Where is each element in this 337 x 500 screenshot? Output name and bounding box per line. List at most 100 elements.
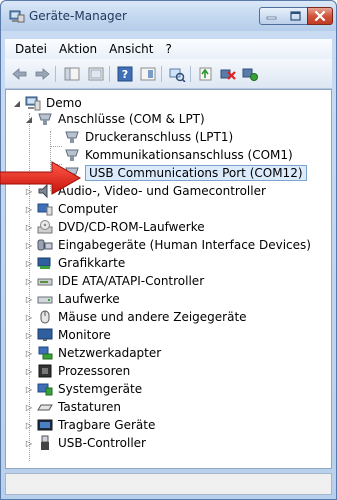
- tree-node-label: Audio-, Video- und Gamecontroller: [58, 184, 266, 198]
- portable-device-icon: [37, 419, 53, 431]
- menu-ansicht[interactable]: Ansicht: [103, 42, 159, 56]
- toolbar-separator: [161, 66, 162, 82]
- scan-hardware-icon[interactable]: [168, 66, 186, 82]
- tree-node-label: IDE ATA/ATAPI-Controller: [58, 274, 205, 288]
- processor-icon: [38, 364, 52, 378]
- toolbar-separator: [190, 66, 191, 82]
- tree-node-computer[interactable]: ▷ Computer: [24, 200, 118, 218]
- tree-node-label: Tastaturen: [58, 400, 121, 414]
- help-icon[interactable]: ?: [116, 66, 134, 82]
- expand-icon[interactable]: ▷: [24, 384, 34, 394]
- device-manager-icon: [9, 10, 25, 23]
- system-device-icon: [37, 383, 53, 396]
- expand-icon[interactable]: ▷: [24, 330, 34, 340]
- properties-view-icon[interactable]: [87, 66, 105, 82]
- tree-node-label: Laufwerke: [58, 292, 120, 306]
- menu-aktion[interactable]: Aktion: [53, 42, 103, 56]
- menu-help[interactable]: ?: [159, 42, 177, 56]
- tree-node-label: Eingabegeräte (Human Interface Devices): [58, 238, 311, 252]
- maximize-button[interactable]: [283, 7, 308, 25]
- expand-icon[interactable]: ▷: [24, 312, 34, 322]
- tree-node-drives[interactable]: ▷ Laufwerke: [24, 290, 120, 308]
- expand-icon[interactable]: ▷: [24, 276, 34, 286]
- tree-node-ports[interactable]: ◢ Anschlüsse (COM & LPT): [24, 110, 205, 128]
- expand-icon[interactable]: ▷: [24, 240, 34, 250]
- expand-icon[interactable]: ▷: [24, 222, 34, 232]
- device-tree[interactable]: ◢ Demo ◢ Anschlüsse (COM & LPT) Druckera…: [5, 89, 332, 469]
- expand-icon[interactable]: ▷: [24, 402, 34, 412]
- minimize-icon: [266, 16, 277, 20]
- tree-node-portable[interactable]: ▷ Tragbare Geräte: [24, 416, 155, 434]
- computer-icon: [37, 203, 53, 216]
- tree-node-mice[interactable]: ▷ Mäuse und andere Zeigegeräte: [24, 308, 247, 326]
- tree-node-label: DVD/CD-ROM-Laufwerke: [58, 220, 205, 234]
- usb-icon: [41, 435, 49, 450]
- forward-icon[interactable]: [33, 66, 51, 82]
- minimize-button[interactable]: [259, 7, 284, 25]
- close-button[interactable]: [307, 7, 333, 25]
- update-driver-icon[interactable]: [197, 66, 215, 82]
- hard-drive-icon: [37, 296, 53, 304]
- collapse-icon[interactable]: ◢: [12, 98, 22, 108]
- expand-icon[interactable]: ▷: [24, 438, 34, 448]
- menu-bar: Datei Aktion Ansicht ?: [5, 39, 332, 59]
- back-icon[interactable]: [11, 66, 29, 82]
- device-manager-window: Geräte-Manager Datei Aktion Ansicht ? ?: [0, 0, 337, 500]
- tree-node-label: USB-Controller: [58, 436, 146, 450]
- monitor-icon: [37, 328, 53, 341]
- tree-node-label: Prozessoren: [58, 364, 131, 378]
- tree-connector: [50, 146, 62, 147]
- expand-icon[interactable]: ▷: [24, 258, 34, 268]
- keyboard-icon: [37, 404, 53, 411]
- tree-node-label: Mäuse und andere Zeigegeräte: [58, 310, 247, 324]
- expand-icon[interactable]: ▷: [24, 294, 34, 304]
- tree-node-label: Grafikkarte: [58, 256, 126, 270]
- tree-node-com12[interactable]: USB Communications Port (COM12): [64, 164, 307, 182]
- tree-node-hid[interactable]: ▷ Eingabegeräte (Human Interface Devices…: [24, 236, 311, 254]
- tree-node-lpt1[interactable]: Druckeranschluss (LPT1): [64, 128, 233, 146]
- status-bar: [5, 473, 332, 495]
- mouse-icon: [40, 310, 50, 324]
- computer-icon: [25, 96, 41, 111]
- expand-icon[interactable]: ▷: [24, 366, 34, 376]
- red-arrow-icon: [0, 161, 82, 195]
- tree-node-label: Netzwerkadapter: [58, 346, 162, 360]
- tree-node-label: Monitore: [58, 328, 111, 342]
- show-hide-console-tree-icon[interactable]: [63, 66, 81, 82]
- uninstall-device-icon[interactable]: [219, 66, 237, 82]
- tree-node-monitors[interactable]: ▷ Monitore: [24, 326, 111, 344]
- toolbar: ?: [5, 59, 332, 89]
- tree-node-ide[interactable]: ▷ IDE ATA/ATAPI-Controller: [24, 272, 204, 290]
- toolbar-separator: [55, 66, 56, 82]
- tree-node-usb[interactable]: ▷ USB-Controller: [24, 434, 146, 452]
- toolbar-separator: [109, 66, 110, 82]
- enable-device-icon[interactable]: [241, 66, 259, 82]
- tree-node-label: Anschlüsse (COM & LPT): [58, 112, 205, 126]
- console-view-icon[interactable]: [139, 66, 157, 82]
- expand-icon[interactable]: ▷: [24, 204, 34, 214]
- tree-node-graphics[interactable]: ▷ Grafikkarte: [24, 254, 125, 272]
- collapse-icon[interactable]: ◢: [24, 114, 34, 124]
- tree-node-system[interactable]: ▷ Systemgeräte: [24, 380, 142, 398]
- title-bar[interactable]: Geräte-Manager: [1, 1, 336, 31]
- expand-icon[interactable]: ▷: [24, 420, 34, 430]
- tree-node-processors[interactable]: ▷ Prozessoren: [24, 362, 130, 380]
- window-title: Geräte-Manager: [29, 9, 127, 23]
- hid-icon: [37, 239, 53, 251]
- port-icon: [38, 113, 52, 125]
- expand-icon[interactable]: ▷: [24, 348, 34, 358]
- tree-node-label: Tragbare Geräte: [58, 418, 156, 432]
- tree-node-network[interactable]: ▷ Netzwerkadapter: [24, 344, 161, 362]
- disc-drive-icon: [37, 220, 53, 234]
- display-adapter-icon: [37, 257, 51, 269]
- tree-node-label: Kommunikationsanschluss (COM1): [85, 148, 293, 162]
- maximize-icon: [289, 11, 301, 21]
- svg-text:?: ?: [122, 68, 128, 81]
- tree-node-keyboards[interactable]: ▷ Tastaturen: [24, 398, 121, 416]
- tree-node-com1[interactable]: Kommunikationsanschluss (COM1): [64, 146, 293, 164]
- tree-node-dvd[interactable]: ▷ DVD/CD-ROM-Laufwerke: [24, 218, 205, 236]
- tree-node-label: Systemgeräte: [58, 382, 143, 396]
- menu-datei[interactable]: Datei: [9, 42, 53, 56]
- port-icon: [65, 131, 79, 143]
- tree-node-label: Demo: [46, 96, 82, 110]
